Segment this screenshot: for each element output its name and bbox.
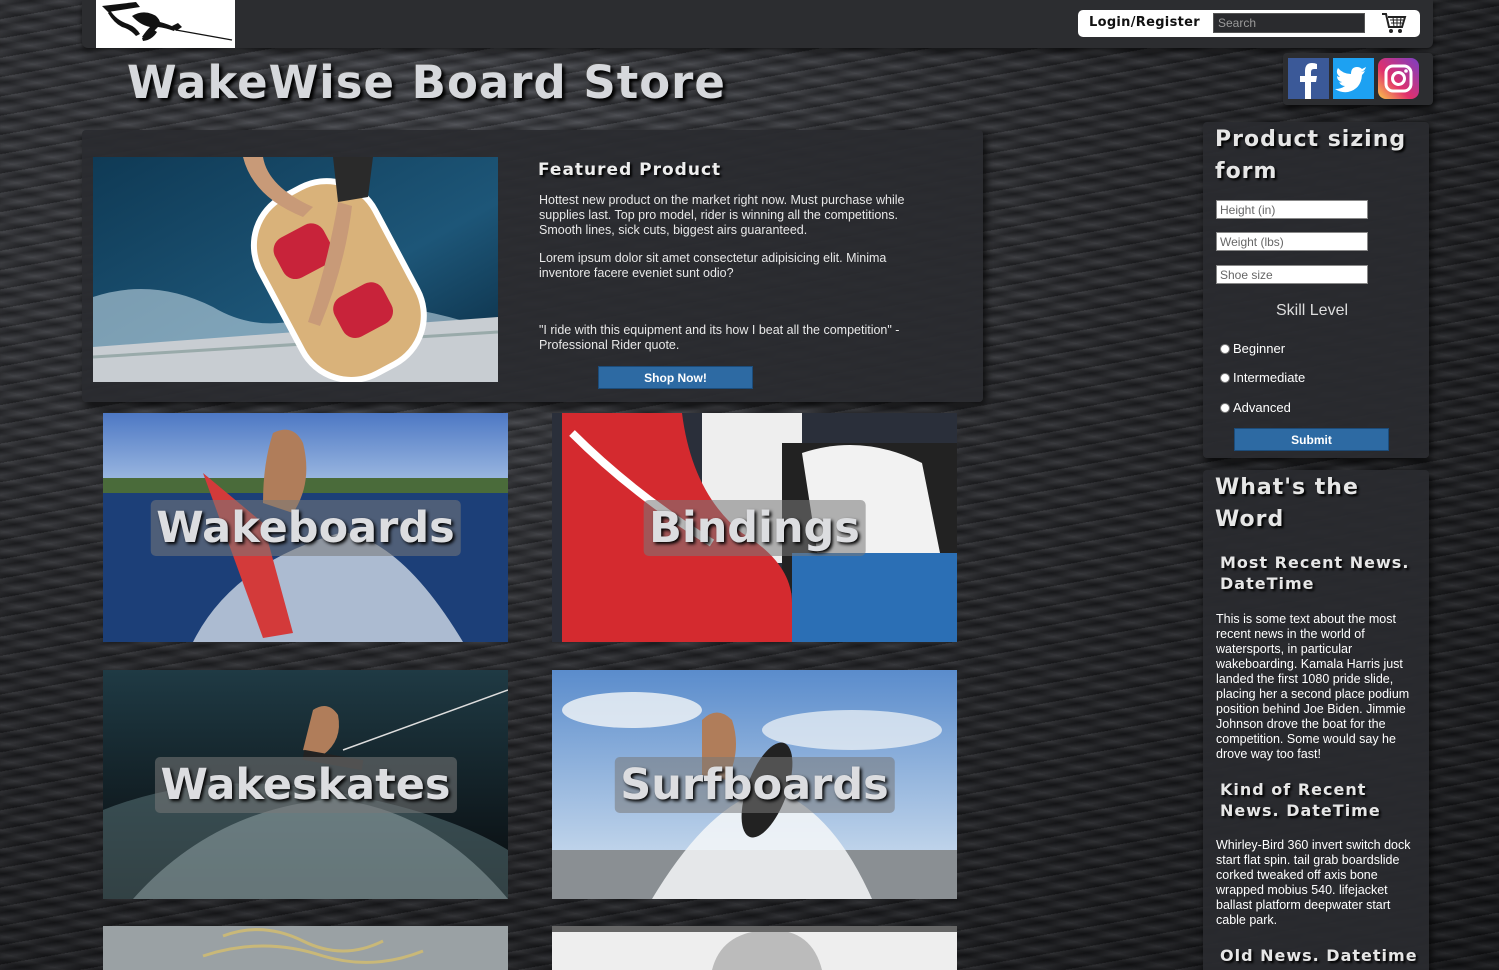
radio-label: Intermediate xyxy=(1233,370,1306,385)
skill-level-label: Skill Level xyxy=(1276,302,1349,319)
wakeboarder-logo-icon xyxy=(102,2,233,41)
category-tile-surfboards[interactable]: Surfboards xyxy=(552,670,957,899)
category-label: Surfboards xyxy=(614,756,895,813)
category-tile-wakeboards[interactable]: Wakeboards xyxy=(103,413,508,642)
radio-beginner[interactable] xyxy=(1220,343,1230,354)
cart-icon[interactable] xyxy=(1381,12,1407,34)
facebook-icon[interactable] xyxy=(1288,58,1329,99)
category-label: Bindings xyxy=(643,499,866,556)
featured-product-title: Featured Product xyxy=(538,160,722,180)
social-links xyxy=(1283,53,1433,105)
height-field[interactable] xyxy=(1216,200,1368,219)
instagram-icon[interactable] xyxy=(1378,58,1419,99)
weight-field[interactable] xyxy=(1216,232,1368,251)
skill-option-beginner[interactable]: Beginner xyxy=(1220,341,1285,356)
radio-intermediate[interactable] xyxy=(1220,372,1230,383)
product-sizing-form: Product sizing form Skill Level Beginner… xyxy=(1203,122,1429,458)
radio-advanced[interactable] xyxy=(1220,402,1230,413)
news-body: Whirley-Bird 360 invert switch dock star… xyxy=(1216,838,1411,927)
site-title: WakeWise Board Store xyxy=(127,56,726,109)
news-panel: What's the Word Most Recent News. DateTi… xyxy=(1203,470,1429,970)
site-logo[interactable] xyxy=(96,0,235,48)
skill-option-intermediate[interactable]: Intermediate xyxy=(1220,370,1305,385)
featured-product-quote: "I ride with this equipment and its how … xyxy=(539,323,900,352)
skill-option-advanced[interactable]: Advanced xyxy=(1220,400,1291,415)
submit-button[interactable]: Submit xyxy=(1234,428,1389,451)
featured-product-description: Hottest new product on the market right … xyxy=(539,193,905,237)
login-register-link[interactable]: Login/Register xyxy=(1089,15,1200,30)
news-body: This is some text about the most recent … xyxy=(1216,612,1410,761)
category-label: Wakeskates xyxy=(154,756,457,813)
news-title: What's the Word xyxy=(1215,475,1359,532)
featured-product-panel: Featured Product Hottest new product on … xyxy=(82,130,983,402)
news-heading: Kind of Recent News. DateTime xyxy=(1220,780,1381,820)
category-tile-ropes[interactable] xyxy=(103,926,508,970)
category-label: Wakeboards xyxy=(150,499,461,556)
category-tile-accessories[interactable] xyxy=(552,926,957,970)
featured-product-image xyxy=(93,157,498,382)
shop-now-button[interactable]: Shop Now! xyxy=(598,366,753,389)
category-tile-wakeskates[interactable]: Wakeskates xyxy=(103,670,508,899)
sizing-form-title: Product sizing form xyxy=(1215,127,1407,184)
news-heading: Old News. Datetime xyxy=(1220,946,1418,965)
radio-label: Beginner xyxy=(1233,341,1286,356)
search-input[interactable] xyxy=(1213,13,1365,33)
news-heading: Most Recent News. DateTime xyxy=(1220,553,1410,593)
radio-label: Advanced xyxy=(1233,400,1291,415)
featured-product-lorem: Lorem ipsum dolor sit amet consectetur a… xyxy=(539,251,887,280)
user-search-box: Login/Register xyxy=(1078,10,1420,37)
category-tile-bindings[interactable]: Bindings xyxy=(552,413,957,642)
twitter-icon[interactable] xyxy=(1333,58,1374,99)
shoe-size-field[interactable] xyxy=(1216,265,1368,284)
